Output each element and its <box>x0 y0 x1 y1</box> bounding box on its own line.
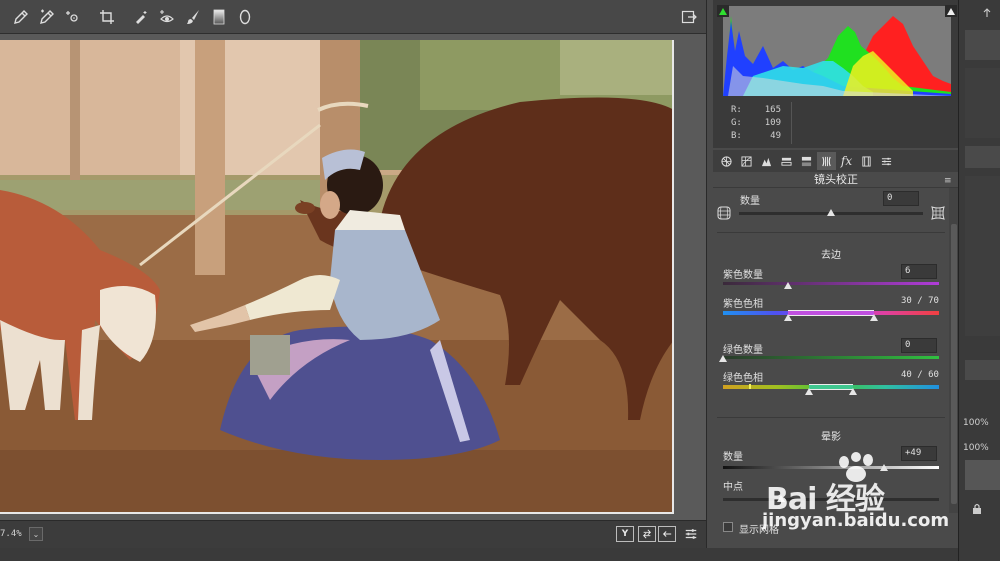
readout-divider <box>791 102 792 144</box>
r-label: R: <box>731 105 742 115</box>
fr-panel-e <box>965 360 1000 380</box>
bottom-strip <box>0 548 966 561</box>
purple-amount-label: 紫色数量 <box>723 270 763 281</box>
tab-basic-icon[interactable] <box>717 152 736 170</box>
vignette-heading: 晕影 <box>821 432 841 443</box>
fr-panel-a <box>965 30 1000 60</box>
green-hue-low-thumb[interactable] <box>805 388 814 395</box>
highlight-clipping-icon[interactable] <box>945 2 957 17</box>
green-hue-marker <box>749 384 751 389</box>
green-hue-label: 绿色色相 <box>723 373 763 384</box>
midpoint-slider[interactable] <box>723 498 939 501</box>
purple-hue-high-thumb[interactable] <box>870 314 879 321</box>
green-hue-high-thumb[interactable] <box>848 388 857 395</box>
show-grid-row[interactable]: 显示网格 <box>713 518 949 536</box>
amount-label: 数量 <box>740 196 760 207</box>
g-label: G: <box>731 118 742 128</box>
host-side-panel: 100% 100% <box>958 0 1000 561</box>
fill-percent: 100% <box>963 443 989 453</box>
defringe-heading: 去边 <box>821 250 841 261</box>
panel-tabs: fx <box>713 150 959 172</box>
targeted-adjustment-icon[interactable] <box>60 4 86 30</box>
fr-panel-d <box>965 176 1000 336</box>
toggle-fullscreen-icon[interactable] <box>678 6 700 28</box>
barrel-distortion-icon <box>717 205 731 220</box>
vignette-amount-label: 数量 <box>723 452 743 463</box>
color-sampler-icon[interactable] <box>34 4 60 30</box>
divider <box>717 417 945 418</box>
preview-photo[interactable] <box>0 40 674 514</box>
tab-detail-icon[interactable] <box>757 152 776 170</box>
preview-preferences-icon[interactable] <box>682 526 700 542</box>
panel-menu-icon[interactable]: ≡ <box>944 176 954 186</box>
b-value: 49 <box>770 131 781 141</box>
pincushion-distortion-icon <box>931 205 945 220</box>
r-value: 165 <box>764 105 781 115</box>
before-after-y-icon[interactable]: Y <box>616 526 634 542</box>
amount-input[interactable]: 0 <box>883 191 919 206</box>
shadow-clipping-icon[interactable] <box>717 2 729 17</box>
tool-bar <box>0 0 706 34</box>
panel-title: 镜头校正 <box>713 172 959 188</box>
green-hue-value: 40 / 60 <box>901 370 939 380</box>
tab-effects-icon[interactable]: fx <box>837 152 856 170</box>
green-amount-thumb[interactable] <box>719 355 727 362</box>
image-canvas[interactable] <box>0 34 706 520</box>
lock-icon[interactable] <box>971 500 983 514</box>
purple-hue-value: 30 / 70 <box>901 296 939 306</box>
tab-lens-corrections-icon[interactable] <box>817 152 836 170</box>
opacity-percent: 100% <box>963 418 989 428</box>
camera-raw-window: 7.4% ⌄ Y R: 165 G: 109 B: 49 fx 镜头校正 ≡ 数… <box>0 0 1000 561</box>
show-grid-label: 显示网格 <box>739 525 779 536</box>
g-value: 109 <box>764 118 781 128</box>
b-label: B: <box>731 131 742 141</box>
eyedropper-icon[interactable] <box>8 4 34 30</box>
tab-tone-curve-icon[interactable] <box>737 152 756 170</box>
vignette-amount-input[interactable]: +49 <box>901 446 937 461</box>
copy-settings-icon[interactable] <box>658 526 676 542</box>
amount-thumb[interactable] <box>827 209 835 216</box>
green-amount-label: 绿色数量 <box>723 345 763 356</box>
status-bar: 7.4% ⌄ Y <box>0 520 706 548</box>
purple-hue-range[interactable] <box>787 310 875 316</box>
divider <box>717 232 945 233</box>
radial-filter-icon[interactable] <box>232 4 258 30</box>
vignette-amount-slider[interactable] <box>723 466 939 469</box>
green-amount-slider[interactable] <box>723 356 939 359</box>
fr-layer-thumb[interactable] <box>965 460 1000 490</box>
tab-split-toning-icon[interactable] <box>797 152 816 170</box>
rgb-readout: R: 165 G: 109 B: 49 <box>713 100 959 148</box>
purple-amount-input[interactable]: 6 <box>901 264 937 279</box>
purple-hue-low-thumb[interactable] <box>783 314 792 321</box>
midpoint-thumb[interactable] <box>777 495 786 502</box>
green-amount-input[interactable]: 0 <box>901 338 937 353</box>
green-hue-range[interactable] <box>809 384 853 390</box>
tab-presets-icon[interactable] <box>877 152 896 170</box>
histogram <box>713 0 959 100</box>
tab-hsl-icon[interactable] <box>777 152 796 170</box>
red-eye-icon[interactable] <box>154 4 180 30</box>
crop-icon[interactable] <box>94 4 120 30</box>
expand-icon[interactable] <box>981 4 995 18</box>
fr-panel-c <box>965 146 1000 168</box>
purple-amount-slider[interactable] <box>723 282 939 285</box>
purple-amount-thumb[interactable] <box>783 282 792 289</box>
right-panel: R: 165 G: 109 B: 49 fx 镜头校正 ≡ 数量 0 去边 紫色… <box>706 0 959 548</box>
show-grid-checkbox[interactable] <box>723 522 733 532</box>
midpoint-label: 中点 <box>723 482 743 493</box>
graduated-filter-icon[interactable] <box>206 4 232 30</box>
vignette-amount-thumb[interactable] <box>879 464 888 471</box>
lens-corrections-panel: 数量 0 去边 紫色数量 6 紫色色相 30 / 70 绿色数量 0 绿色色相 … <box>713 188 949 513</box>
zoom-dropdown[interactable]: ⌄ <box>29 527 43 541</box>
chevron-down-icon: ⌄ <box>32 529 40 539</box>
tab-camera-calibration-icon[interactable] <box>857 152 876 170</box>
spot-removal-icon[interactable] <box>128 4 154 30</box>
swap-before-after-icon[interactable] <box>638 526 656 542</box>
histogram-graph <box>723 6 951 96</box>
zoom-level: 7.4% <box>0 529 22 539</box>
adjustment-brush-icon[interactable] <box>180 4 206 30</box>
purple-hue-label: 紫色色相 <box>723 299 763 310</box>
panel-scroll-thumb[interactable] <box>951 224 957 504</box>
fr-panel-b <box>965 68 1000 138</box>
